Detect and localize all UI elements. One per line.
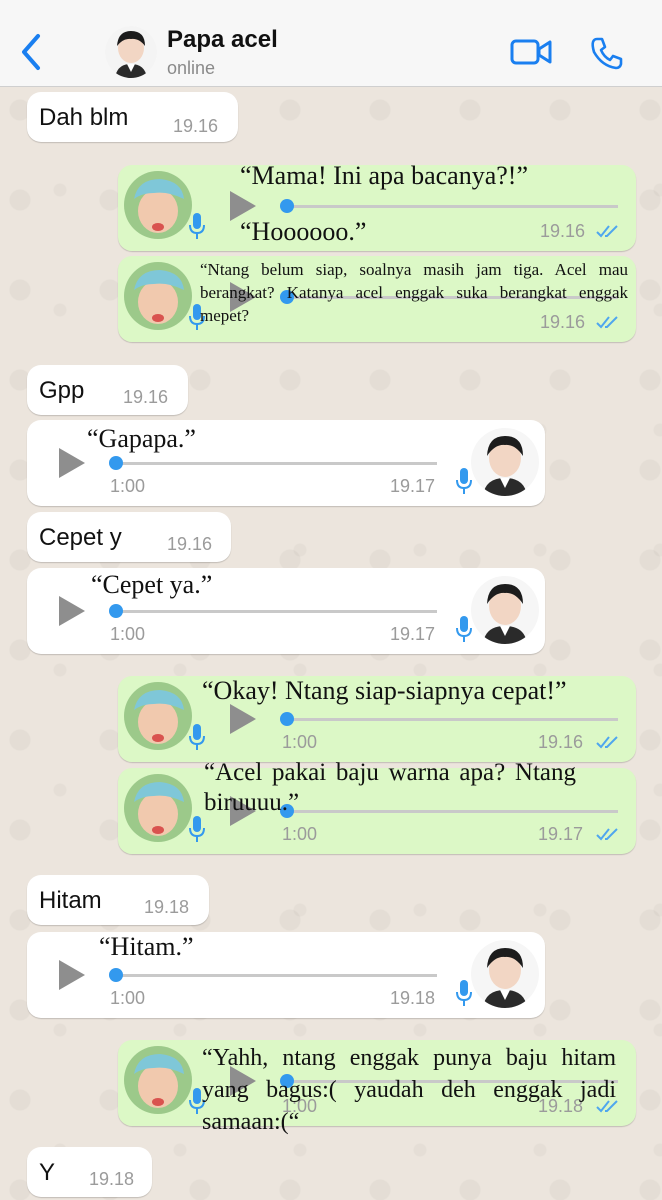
message-bubble[interactable]: Dah blm 19.16 <box>27 92 238 142</box>
voice-caption: “Gapapa.” <box>87 424 196 453</box>
mic-icon <box>456 468 472 494</box>
voice-message-bubble[interactable]: “Mama! Ini apa bacanya?!” “Hoooooo.” 19.… <box>118 161 636 251</box>
double-check-icon <box>596 316 618 329</box>
double-check-icon <box>596 225 618 238</box>
play-icon[interactable] <box>59 448 85 478</box>
voice-message-bubble[interactable]: “Hitam.” 1:00 19.18 <box>27 932 545 1018</box>
mic-icon <box>189 816 205 842</box>
message-text: Gpp <box>39 377 85 404</box>
sender-avatar <box>124 262 192 330</box>
voice-message-bubble[interactable]: “Okay! Ntang siap-siapnya cepat!” 1:00 1… <box>118 676 636 762</box>
message-time: 19.17 <box>538 824 584 844</box>
sender-avatar <box>471 940 539 1008</box>
voice-duration: 1:00 <box>110 476 146 496</box>
sender-avatar <box>471 576 539 644</box>
voice-duration: 1:00 <box>282 732 318 752</box>
mic-icon <box>189 213 205 239</box>
audio-progress-track[interactable] <box>115 974 437 977</box>
audio-progress-track[interactable] <box>286 718 618 721</box>
message-bubble[interactable]: Y 19.18 <box>27 1147 152 1197</box>
message-bubble[interactable]: Gpp 19.16 <box>27 365 188 415</box>
double-check-icon <box>596 828 618 841</box>
message-time: 19.16 <box>540 312 586 332</box>
play-icon[interactable] <box>59 596 85 626</box>
audio-progress-knob[interactable] <box>280 712 294 726</box>
message-time: 19.18 <box>390 988 436 1008</box>
mic-icon <box>456 980 472 1006</box>
contact-status: online <box>167 58 216 78</box>
sender-avatar <box>124 682 192 750</box>
contact-name[interactable]: Papa acel <box>167 26 278 54</box>
back-chevron-icon[interactable] <box>16 32 46 72</box>
message-text: Y <box>39 1159 56 1186</box>
play-icon[interactable] <box>59 960 85 990</box>
voice-message-bubble[interactable]: “Cepet ya.” 1:00 19.17 <box>27 568 545 654</box>
message-text: Hitam <box>39 887 102 914</box>
voice-caption: “Okay! Ntang siap-siapnya cepat!” <box>202 676 567 705</box>
voice-message-bubble[interactable]: “Ntang belum siap, soalnya masih jam tig… <box>118 256 636 342</box>
sender-avatar <box>471 428 539 496</box>
message-time: 19.16 <box>167 534 213 554</box>
phone-icon[interactable] <box>590 36 624 70</box>
voice-message-bubble[interactable]: “Acel pakai baju warna apa? Ntang biruuu… <box>118 759 636 854</box>
message-bubble[interactable]: Cepet y 19.16 <box>27 512 231 562</box>
voice-caption: “Hitam.” <box>99 932 194 961</box>
video-call-icon[interactable] <box>510 38 552 66</box>
mic-icon <box>456 616 472 642</box>
voice-duration: 1:00 <box>110 988 146 1008</box>
voice-duration: 1:00 <box>282 824 318 844</box>
message-time: 19.16 <box>123 387 169 407</box>
audio-progress-track[interactable] <box>115 462 437 465</box>
message-time: 19.16 <box>540 221 586 241</box>
message-time: 19.17 <box>390 476 436 496</box>
voice-message-bubble[interactable]: 1:00 19.18 “Yahh, ntang enggak punya baj… <box>118 1040 636 1135</box>
message-bubble[interactable]: Hitam 19.18 <box>27 875 209 925</box>
audio-progress-track[interactable] <box>286 205 618 208</box>
message-text: Cepet y <box>39 524 122 551</box>
voice-caption: “Yahh, ntang enggak punya baju hitam yan… <box>202 1045 616 1135</box>
message-time: 19.17 <box>390 624 436 644</box>
voice-message-bubble[interactable]: “Gapapa.” 1:00 19.17 <box>27 420 545 506</box>
audio-progress-knob[interactable] <box>109 968 123 982</box>
voice-caption: “Mama! Ini apa bacanya?!” <box>240 161 528 190</box>
double-check-icon <box>596 736 618 749</box>
message-time: 19.16 <box>173 116 219 136</box>
message-time: 19.18 <box>89 1169 135 1189</box>
play-icon[interactable] <box>230 704 256 734</box>
sender-avatar <box>124 774 192 842</box>
message-time: 19.18 <box>144 897 190 917</box>
chat-header: Papa acel online <box>0 0 662 87</box>
mic-icon <box>189 724 205 750</box>
audio-progress-knob[interactable] <box>109 456 123 470</box>
sender-avatar <box>124 171 192 239</box>
audio-progress-knob[interactable] <box>280 199 294 213</box>
voice-duration: 1:00 <box>110 624 146 644</box>
audio-progress-knob[interactable] <box>109 604 123 618</box>
voice-caption: “Cepet ya.” <box>91 570 213 599</box>
audio-progress-track[interactable] <box>115 610 437 613</box>
voice-caption: “Acel pakai baju warna apa? Ntang biruuu… <box>204 759 576 816</box>
message-time: 19.16 <box>538 732 584 752</box>
voice-caption: “Hoooooo.” <box>240 217 367 246</box>
message-text: Dah blm <box>39 104 129 131</box>
contact-avatar[interactable] <box>105 26 157 78</box>
sender-avatar <box>124 1046 192 1114</box>
